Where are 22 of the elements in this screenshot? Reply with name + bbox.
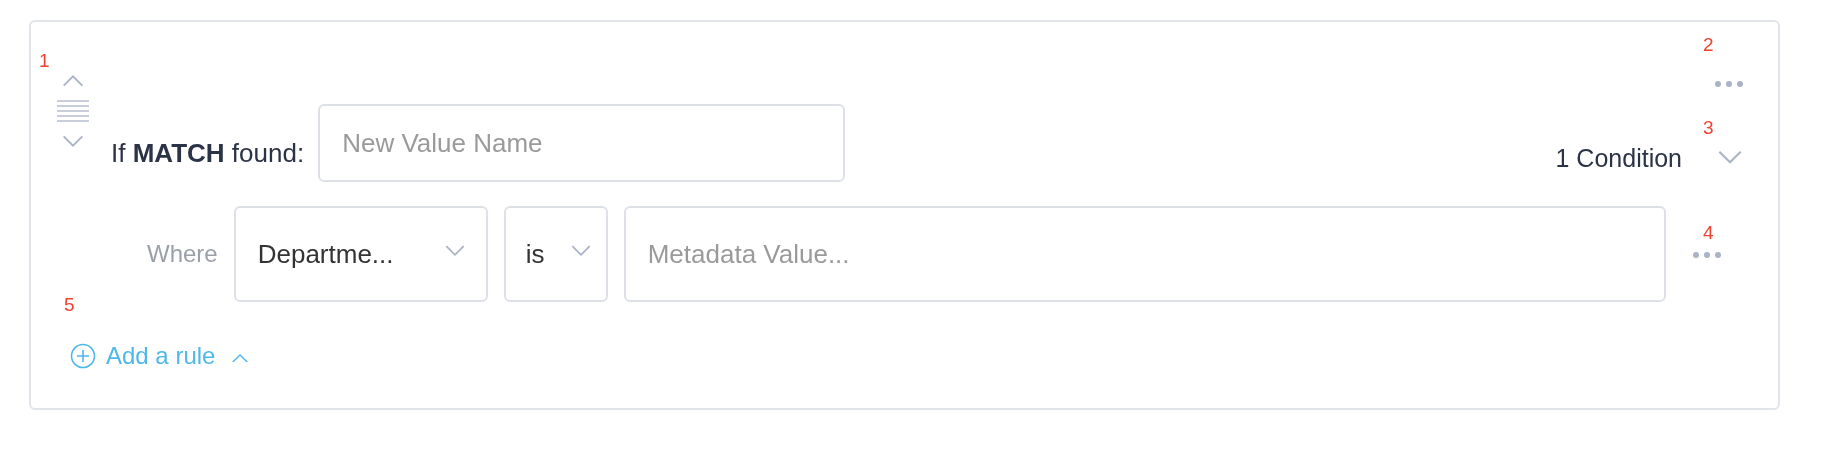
value-name-field[interactable]: New Value Name [318,104,846,182]
more-icon[interactable] [1691,251,1722,259]
move-up-icon[interactable] [61,74,85,88]
annotation-number: 4 [1703,222,1714,244]
annotation-number: 3 [1703,117,1714,139]
metadata-value-field[interactable]: Metadata Value... [623,206,1666,302]
annotation-number: 1 [39,50,50,72]
annotation-number: 2 [1703,34,1714,56]
more-icon[interactable] [1714,80,1744,88]
operator-dropdown[interactable]: is [503,206,608,302]
plus-circle-icon [70,343,96,369]
annotation-number: 5 [64,294,75,316]
drag-handle-icon[interactable] [57,100,89,122]
condition-count: 1 Condition [1555,144,1682,173]
move-down-icon[interactable] [61,134,85,148]
rule-heading: If MATCH found: [111,138,305,169]
field-dropdown[interactable]: Departme... [233,206,488,302]
caret-icon[interactable] [1716,148,1744,165]
caret-icon[interactable] [569,243,592,257]
caret-icon[interactable] [231,353,250,364]
caret-icon[interactable] [443,243,466,257]
where-label: Where [147,240,218,268]
